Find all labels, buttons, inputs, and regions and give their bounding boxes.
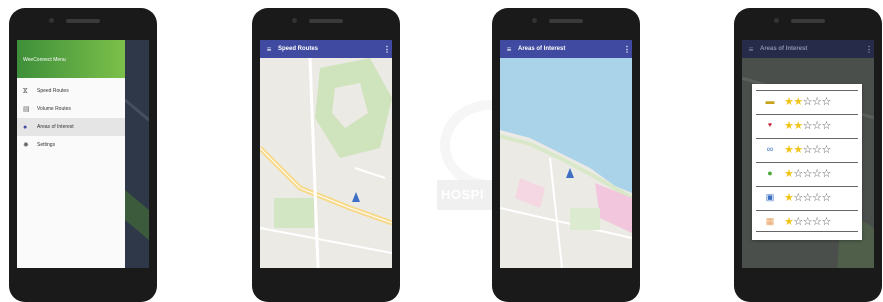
bike-icon: ⴵ <box>23 88 28 95</box>
phone-rating-dialog: ≡ Areas of Interest ⋮ ▬ ★★☆☆☆ ♥ ★★☆☆☆ ∞ … <box>734 8 882 302</box>
hamburger-menu-icon[interactable]: ≡ <box>260 45 278 54</box>
overflow-menu-icon[interactable]: ⋮ <box>864 45 874 54</box>
rating-row-bus[interactable]: ▣ ★☆☆☆☆ <box>756 186 858 207</box>
drawer-item-label: Areas of Interest <box>37 124 74 130</box>
app-bar-title: Areas of Interest <box>760 46 808 52</box>
app-bar-title: Areas of Interest <box>518 46 566 52</box>
svg-text:·: · <box>338 98 339 102</box>
speaker-grill <box>309 19 343 23</box>
bicycle-icon: ∞ <box>766 144 774 154</box>
star-rating[interactable]: ★☆☆☆☆ <box>784 191 831 204</box>
app-bar: ≡ Speed Routes ⋮ <box>260 40 392 58</box>
overflow-menu-icon[interactable]: ⋮ <box>622 45 632 54</box>
camera-dot <box>49 18 54 23</box>
rating-row-tree[interactable]: ● ★☆☆☆☆ <box>756 162 858 183</box>
camera-dot <box>292 18 297 23</box>
phone-drawer-menu: WeeConnect Menu ⴵ Speed Routes ▤ Volume … <box>9 8 157 302</box>
map-view[interactable] <box>500 58 632 268</box>
app-bar: ≡ Areas of Interest ⋮ <box>500 40 632 58</box>
star-rating[interactable]: ★☆☆☆☆ <box>784 167 831 180</box>
star-rating[interactable]: ★★☆☆☆ <box>784 119 831 132</box>
car-icon: ▬ <box>765 96 775 106</box>
phone-screen: ≡ Areas of Interest ⋮ <box>500 40 632 268</box>
map-view[interactable]: · <box>260 58 392 268</box>
rating-dialog: ▬ ★★☆☆☆ ♥ ★★☆☆☆ ∞ ★★☆☆☆ ● ★☆☆☆☆ ▣ ★☆☆☆☆ … <box>752 84 862 240</box>
camera-dot <box>774 18 779 23</box>
navigation-drawer: WeeConnect Menu ⴵ Speed Routes ▤ Volume … <box>17 40 125 268</box>
drawer-item-label: Volume Routes <box>37 106 71 112</box>
speaker-grill <box>791 19 825 23</box>
drawer-item-settings[interactable]: ✹ Settings <box>17 136 125 154</box>
gear-icon: ✹ <box>23 142 29 149</box>
rating-row-heart[interactable]: ♥ ★★☆☆☆ <box>756 114 858 135</box>
map-svg: · <box>260 58 392 268</box>
rating-row-car[interactable]: ▬ ★★☆☆☆ <box>756 90 858 111</box>
overflow-menu-icon[interactable]: ⋮ <box>382 45 392 54</box>
camera-dot <box>532 18 537 23</box>
phone-screen: ≡ Areas of Interest ⋮ ▬ ★★☆☆☆ ♥ ★★☆☆☆ ∞ … <box>742 40 874 268</box>
drawer-item-volume-routes[interactable]: ▤ Volume Routes <box>17 100 125 118</box>
drawer-item-areas-of-interest[interactable]: ● Areas of Interest <box>17 118 125 136</box>
drawer-item-speed-routes[interactable]: ⴵ Speed Routes <box>17 82 125 100</box>
app-bar: ≡ Areas of Interest ⋮ <box>742 40 874 58</box>
app-bar-title: Speed Routes <box>278 46 319 52</box>
star-rating[interactable]: ★★☆☆☆ <box>784 143 831 156</box>
location-pin-icon: ● <box>23 123 28 131</box>
star-rating[interactable]: ★★☆☆☆ <box>784 95 831 108</box>
phone-screen: WeeConnect Menu ⴵ Speed Routes ▤ Volume … <box>17 40 149 268</box>
phone-screen: ≡ Speed Routes ⋮ · <box>260 40 392 268</box>
building-icon: ▦ <box>765 215 775 226</box>
phone-speed-routes: ≡ Speed Routes ⋮ · <box>252 8 400 302</box>
tree-icon: ● <box>767 168 773 178</box>
dimmed-map-overlay[interactable] <box>124 40 149 268</box>
drawer-item-label: Settings <box>37 142 56 148</box>
phone-areas-of-interest-map: ≡ Areas of Interest ⋮ <box>492 8 640 302</box>
hamburger-menu-icon[interactable]: ≡ <box>500 45 518 54</box>
bus-icon: ▣ <box>765 191 775 202</box>
map-svg <box>500 58 632 268</box>
rating-row-bicycle[interactable]: ∞ ★★☆☆☆ <box>756 138 858 159</box>
volume-icon: ▤ <box>23 106 30 113</box>
rating-row-building[interactable]: ▦ ★☆☆☆☆ <box>756 210 858 232</box>
star-rating[interactable]: ★☆☆☆☆ <box>784 215 831 228</box>
speaker-grill <box>66 19 100 23</box>
drawer-title: WeeConnect Menu <box>23 57 66 63</box>
speaker-grill <box>549 19 583 23</box>
hamburger-menu-icon[interactable]: ≡ <box>742 45 760 54</box>
dimmed-map-svg <box>124 40 149 268</box>
heart-icon: ♥ <box>767 121 773 129</box>
drawer-header: WeeConnect Menu <box>17 40 125 78</box>
drawer-item-label: Speed Routes <box>37 88 69 94</box>
